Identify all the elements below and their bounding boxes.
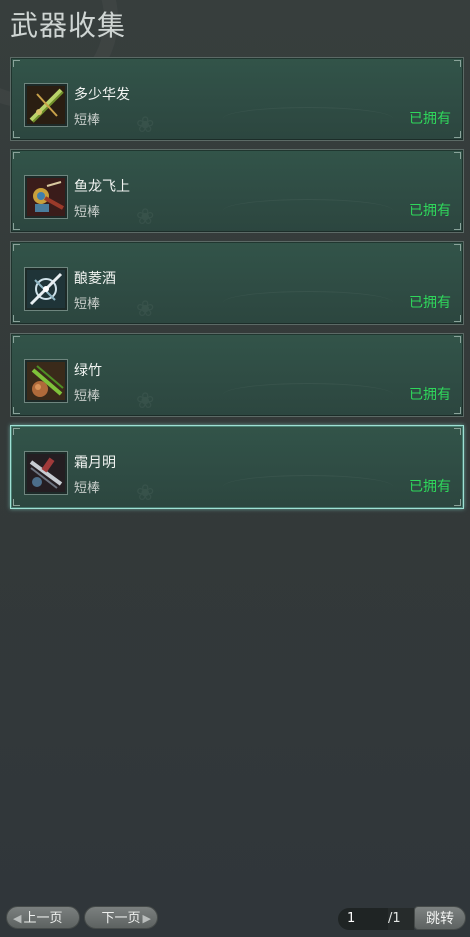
silver-wine-staff-icon [25,268,67,310]
next-page-label: 下一页 [101,911,141,926]
page-total: /1 [388,908,414,930]
dragon-staff-icon [25,176,67,218]
bamboo-gourd-icon [25,360,67,402]
prev-page-button[interactable]: ◀ 上一页 [6,906,80,929]
chevron-left-icon: ◀ [13,912,22,925]
weapon-type: 短棒 [74,297,101,312]
weapon-name: 鱼龙飞上 [74,179,130,195]
weapon-list: ❀ 多少华发 短棒 已拥有 ❀ 鱼龙飞上 短棒 已拥有 ❀ 酿菱酒 短棒 已拥有… [10,57,464,517]
weapon-type: 短棒 [74,113,101,128]
weapon-collection-panel: 武器收集 ❀ 多少华发 短棒 已拥有 ❀ 鱼龙飞上 短棒 已拥有 ❀ 酿菱酒 短… [0,0,470,937]
page-title: 武器收集 [10,9,127,42]
owned-status: 已拥有 [409,111,451,127]
weapon-name: 霜月明 [74,455,116,471]
frost-moon-staff-icon [25,452,67,494]
weapon-card[interactable]: ❀ 鱼龙飞上 短棒 已拥有 [10,149,464,233]
weapon-card[interactable]: ❀ 酿菱酒 短棒 已拥有 [10,241,464,325]
weapon-name: 多少华发 [74,87,130,103]
green-staff-icon [25,84,67,126]
owned-status: 已拥有 [409,203,451,219]
page-number-input[interactable]: 1 [338,908,388,930]
jump-button[interactable]: 跳转 [414,906,466,930]
owned-status: 已拥有 [409,387,451,403]
weapon-card[interactable]: ❀ 绿竹 短棒 已拥有 [10,333,464,417]
weapon-card-selected[interactable]: ❀ 霜月明 短棒 已拥有 [10,425,464,509]
weapon-type: 短棒 [74,481,101,496]
weapon-type: 短棒 [74,205,101,220]
weapon-type: 短棒 [74,389,101,404]
prev-page-label: 上一页 [23,911,63,926]
weapon-name: 酿菱酒 [74,271,116,287]
owned-status: 已拥有 [409,295,451,311]
owned-status: 已拥有 [409,479,451,495]
weapon-name: 绿竹 [74,363,102,379]
chevron-right-icon: ▶ [142,912,151,925]
weapon-card[interactable]: ❀ 多少华发 短棒 已拥有 [10,57,464,141]
next-page-button[interactable]: 下一页 ▶ [84,906,158,929]
